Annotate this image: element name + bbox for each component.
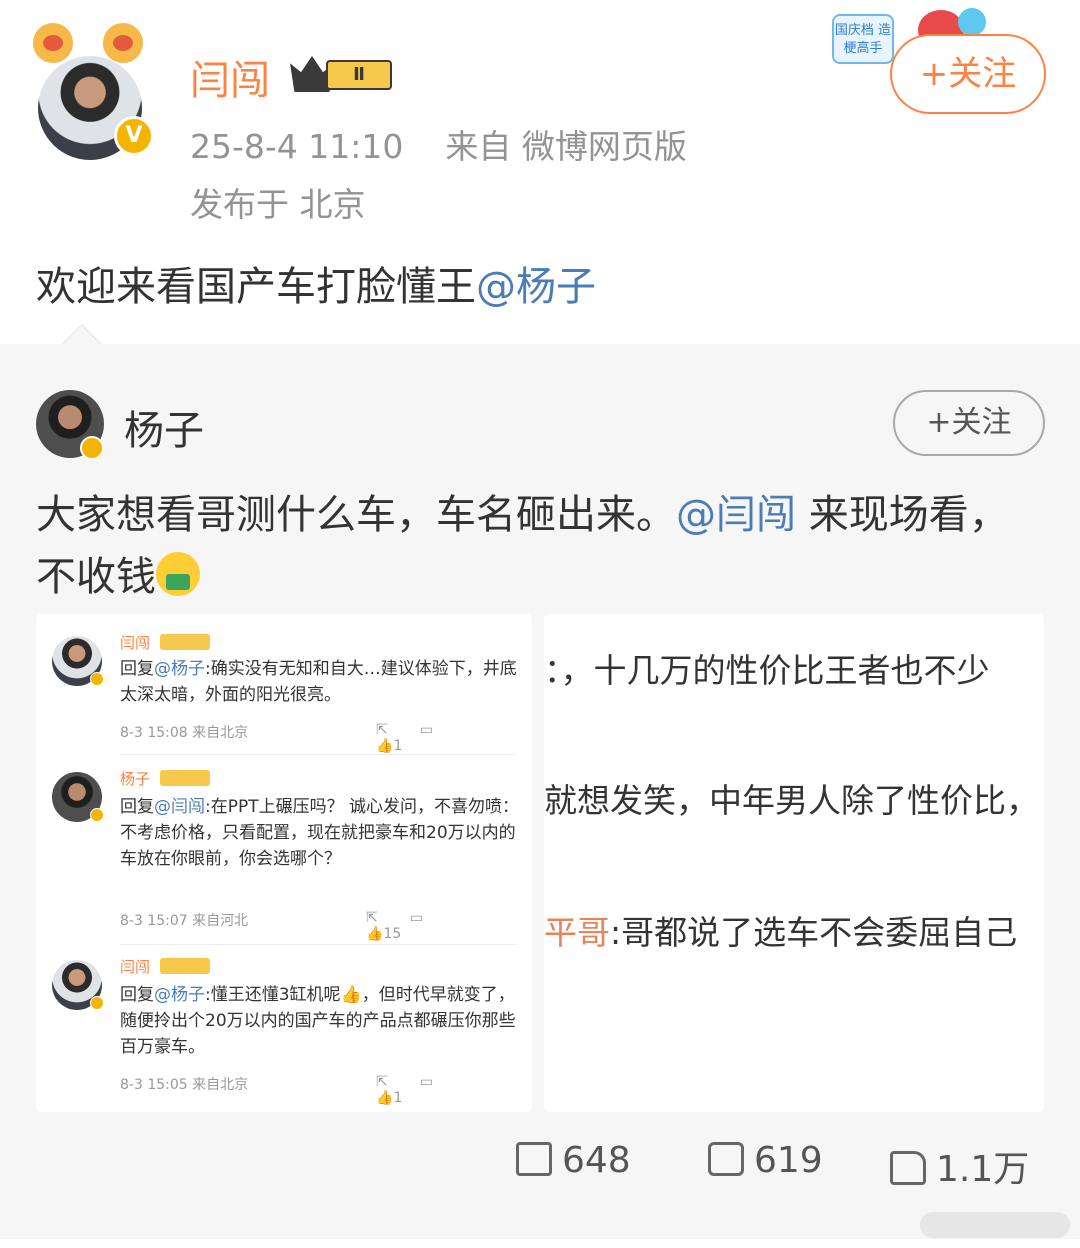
verified-badge-icon [90,808,104,822]
cropped-text-image[interactable]: ：，十几万的性价比王者也不少 就想发笑，中年男人除了性价比， 平哥:哥都说了选车… [544,614,1044,1112]
repost-follow-button[interactable]: +关注 [893,390,1045,456]
comment-time: 8-3 15:05 来自北京 [120,1077,249,1093]
comment-author: 闫闯 [120,634,151,652]
comment-time: 8-3 15:07 来自河北 [120,913,249,929]
comment-mention: @杨子 [154,985,205,1005]
comment-author: 杨子 [120,770,151,788]
comment-body: 回复@杨子:确实没有无知和自大…建议体验下，井底太深太暗，外面的阳光很亮。 [120,656,520,708]
comment-mention: @杨子 [154,659,205,679]
comment-item: 闫闯 回复@杨子:确实没有无知和自大…建议体验下，井底太深太暗，外面的阳光很亮。… [36,614,532,754]
comment-button[interactable]: 619 [708,1140,823,1181]
comment-author: 闫闯 [120,958,151,976]
comment-actions: ⇱ ▭ 👍15 [366,910,532,942]
comment-time: 8-3 15:08 来自北京 [120,725,249,741]
like-count: 1.1万 [936,1149,1030,1190]
post-text: 欢迎来看国产车打脸懂王@杨子 [36,254,596,312]
comments-screenshot-image[interactable]: 闫闯 回复@杨子:确实没有无知和自大…建议体验下，井底太深太暗，外面的阳光很亮。… [36,614,532,1112]
original-post: V 闫闯 Ⅱ 25-8-4 11:10 来自 微博网页版 发布于 北京 国庆档 … [0,0,1080,340]
follow-button[interactable]: +关注 [890,34,1046,114]
comment-item: 杨子 回复@闫闯:在PPT上碾压吗？ 诚心发问，不喜勿喷：不考虑价格，只看配置，… [36,756,532,942]
comment-mention: @闫闯 [154,797,205,817]
post-text-main: 欢迎来看国产车打脸懂王 [36,264,476,310]
comment-body: 回复@闫闯:在PPT上碾压吗？ 诚心发问，不喜勿喷：不考虑价格，只看配置，现在就… [120,794,520,872]
verified-badge-icon [80,436,104,460]
repost-author-name[interactable]: 杨子 [124,398,204,456]
share-icon: ⇱ [376,1074,388,1090]
divider [120,944,516,945]
vip-level-icon [160,770,210,786]
verified-badge-icon [90,672,104,686]
reply-prefix: 回复 [120,797,154,817]
mascot-icon [958,8,986,36]
post-location: 发布于 北京 [190,185,366,224]
post-meta: 25-8-4 11:10 来自 微博网页版 [190,120,687,168]
verified-badge-icon: V [114,116,154,156]
repost-button[interactable]: 648 [516,1140,631,1181]
reply-prefix: 回复 [120,985,154,1005]
repost-count: 648 [562,1140,631,1181]
event-badge-label: 国庆档 造梗高手 [832,14,894,64]
repost-text-part1: 大家想看哥测什么车，车名砸出来。 [36,492,676,538]
like-icon: 👍15 [366,926,402,942]
post-mention-link[interactable]: @杨子 [476,264,596,310]
reply-prefix: 回复 [120,659,154,679]
repost-text: 大家想看哥测什么车，车名砸出来。@闫闯 来现场看，不收钱 [36,484,1046,608]
repost-mention-link[interactable]: @闫闯 [676,492,796,538]
post-timestamp[interactable]: 25-8-4 11:10 [190,127,403,166]
action-bar: 648 619 1.1万 [0,1140,1080,1204]
divider [120,754,516,755]
like-icon [890,1151,926,1185]
like-icon: 👍1 [376,1090,403,1106]
comment-icon: ▭ [409,910,423,926]
comment-body: 回复@杨子:懂王还懂3缸机呢👍，但时代早就变了，随便拎出个20万以内的国产车的产… [120,982,520,1060]
image-text-line: 就想发笑，中年男人除了性价比， [544,781,1039,820]
like-icon: 👍1 [376,738,403,754]
image-text-line: ：，十几万的性价比王者也不少 [544,651,990,690]
share-icon: ⇱ [376,722,388,738]
vip-level-label: Ⅱ [326,60,392,90]
comment-count: 619 [754,1140,823,1181]
repost-icon [516,1142,552,1176]
comment-icon: ▭ [419,1074,433,1090]
author-name[interactable]: 闫闯 [190,48,270,106]
like-button[interactable]: 1.1万 [890,1140,1029,1192]
watermark [920,1212,1070,1238]
comment-item: 闫闯 回复@杨子:懂王还懂3缸机呢👍，但时代早就变了，随便拎出个20万以内的国产… [36,946,532,1112]
vip-level-icon [160,958,210,974]
vip-level-icon [160,634,210,650]
author-avatar-group[interactable]: V [30,20,170,160]
money-mouth-emoji-icon [156,552,200,596]
share-icon: ⇱ [366,910,378,926]
comment-actions: ⇱ ▭ 👍1 [376,1074,532,1106]
image-text-line: 平哥:哥都说了选车不会委屈自己 [544,913,1018,952]
verified-badge-icon [90,996,104,1010]
comment-icon [708,1142,744,1176]
vip-level-badge[interactable]: Ⅱ [290,54,400,94]
comment-icon: ▭ [419,722,433,738]
post-source: 来自 微博网页版 [445,127,687,166]
comment-actions: ⇱ ▭ 👍1 [376,722,532,754]
